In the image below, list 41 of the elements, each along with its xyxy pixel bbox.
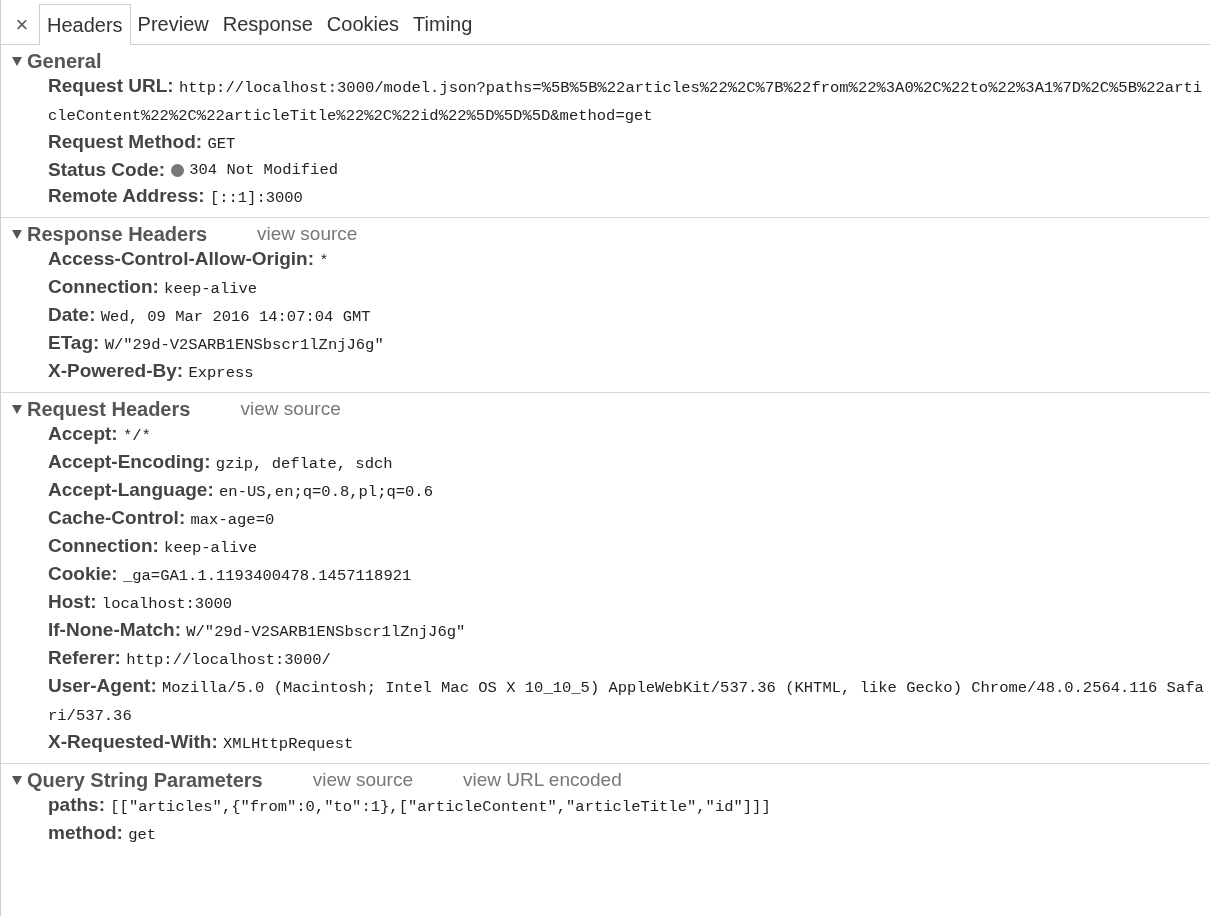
header-line: Connection: keep-alive xyxy=(48,275,259,300)
tab[interactable]: Preview xyxy=(130,3,216,44)
header-line: method: get xyxy=(48,821,158,846)
header-line: User-Agent: Mozilla/5.0 (Macintosh; Intel Mac OS X 10_10_5) AppleWebKit/537.36 (KHTML, like Gecko) Chrome/48.0.2564.116 Safari/537.36 xyxy=(48,674,1205,727)
header-value: 304 Not Modified xyxy=(189,160,338,181)
header-line: Accept-Encoding: gzip, deflate, sdch xyxy=(48,450,394,475)
header-line: Connection: keep-alive xyxy=(48,534,259,559)
header-line: Cookie: _ga=GA1.1.1193400478.1457118921 xyxy=(48,562,413,587)
disclosure-triangle-icon[interactable] xyxy=(11,774,23,786)
tab[interactable]: Timing xyxy=(406,3,480,44)
header-line: Request Method: GET xyxy=(48,130,237,155)
disclosure-triangle-icon[interactable] xyxy=(11,228,23,240)
section-title[interactable]: Request Headers xyxy=(27,394,191,424)
view-link[interactable]: view source xyxy=(257,219,358,249)
header-line: Access-Control-Allow-Origin: * xyxy=(48,247,330,272)
header-name: Status Code: xyxy=(48,158,166,182)
header-line: Date: Wed, 09 Mar 2016 14:07:04 GMT xyxy=(48,303,372,328)
header-line: paths: [["articles",{"from":0,"to":1},["articleContent","articleTitle","id"]]] xyxy=(48,793,772,818)
header-line: Request URL: http://localhost:3000/model.json?paths=%5B%5B%22articles%22%2C%7B%22from%22%3A0%2C%22to%22%3A1%7D%2C%5B%22articleContent%22%2C%22articleTitle%22%2C%22id%22%5D%5D%5D&method=get xyxy=(48,74,1204,127)
header-line: Remote Address: [::1]:3000 xyxy=(48,184,304,209)
header-line: X-Requested-With: XMLHttpRequest xyxy=(48,730,355,755)
disclosure-triangle-icon[interactable] xyxy=(11,403,23,415)
header-line: ETag: W/"29d-V2SARB1ENSbscr1lZnjJ6g" xyxy=(48,331,385,356)
header-line: Cache-Control: max-age=0 xyxy=(48,506,276,531)
view-link[interactable]: view source xyxy=(312,765,413,795)
section-title[interactable]: General xyxy=(27,46,102,76)
tab[interactable]: Headers xyxy=(39,4,131,45)
disclosure-triangle-icon[interactable] xyxy=(11,55,23,67)
section-title[interactable]: Response Headers xyxy=(27,219,208,249)
header-line: If-None-Match: W/"29d-V2SARB1ENSbscr1lZnjJ6g" xyxy=(48,618,467,643)
header-line: Accept-Language: en-US,en;q=0.8,pl;q=0.6 xyxy=(48,478,434,503)
header-line: Host: localhost:3000 xyxy=(48,590,234,615)
header-line: X-Powered-By: Express xyxy=(48,359,255,384)
header-line: Referer: http://localhost:3000/ xyxy=(48,646,332,671)
section-title[interactable]: Query String Parameters xyxy=(27,765,263,795)
tab[interactable]: Response xyxy=(215,3,320,44)
tab[interactable]: Cookies xyxy=(319,3,407,44)
view-link[interactable]: view source xyxy=(240,394,341,424)
close-button[interactable]: × xyxy=(9,4,35,44)
header-line: Accept: */* xyxy=(48,422,152,447)
view-link[interactable]: view URL encoded xyxy=(463,765,622,795)
